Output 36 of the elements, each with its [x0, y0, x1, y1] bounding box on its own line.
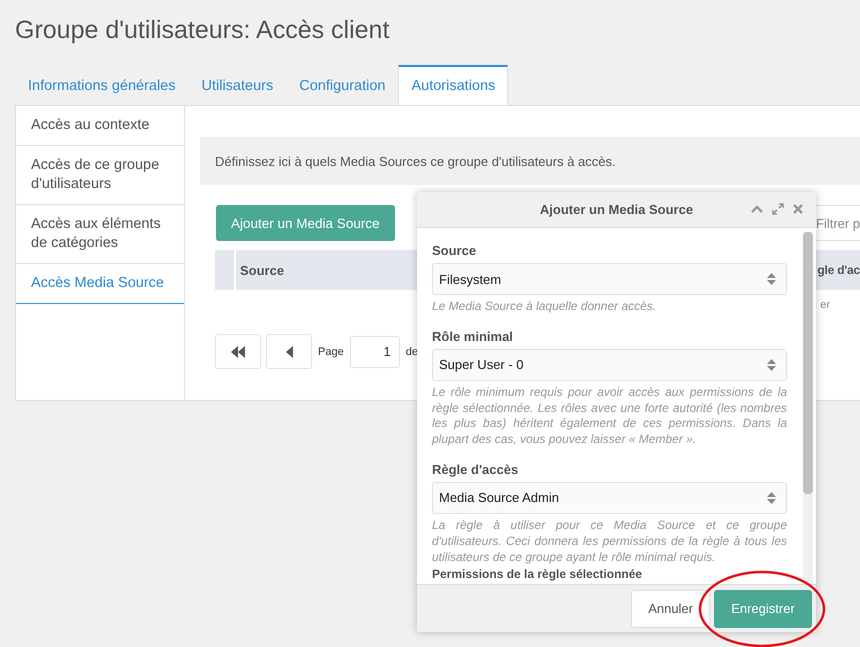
- double-left-icon: [231, 346, 245, 358]
- sidebar-item[interactable]: Accès au contexte: [16, 106, 184, 146]
- column-header: gle d'ac: [817, 263, 860, 277]
- scrollbar[interactable]: [803, 232, 813, 584]
- cancel-button[interactable]: Annuler: [631, 590, 710, 628]
- page-label: Page: [318, 346, 344, 358]
- field-label: Rôle minimal: [432, 328, 514, 344]
- column-header: Source: [239, 262, 284, 278]
- field-label: Source: [432, 243, 478, 258]
- help-text: La règle à utiliser pour ce Media Source et ce groupe d'utilisateurs. Ceci donnera les permissions de la règle à tous les utilisateurs de ce groupe ayant le rôle minimal requis.: [432, 518, 787, 566]
- page-suffix: de: [406, 346, 418, 358]
- sidebar-item[interactable]: Accès aux éléments de catégories: [16, 205, 184, 264]
- sort-arrows-icon: [767, 358, 776, 371]
- expand-icon[interactable]: [772, 203, 784, 215]
- select-field[interactable]: Filesystem: [432, 263, 787, 295]
- help-text: Le rôle minimum requis pour avoir accès aux permissions de la règle sélectionnée. Les rôles avec une forte autorité (les nombres les plus bas) héritent également de ces permissions. Dans la plupart des cas, vous pouvez laisser « Member ».: [432, 384, 787, 448]
- modal-title: Ajouter un Media Source: [540, 202, 694, 217]
- sidebar-item[interactable]: Accès Media Source: [16, 264, 184, 304]
- tab[interactable]: Autorisations: [398, 65, 508, 105]
- first-page-button[interactable]: [215, 334, 261, 369]
- page-field[interactable]: 1: [350, 336, 400, 368]
- sidebar-item[interactable]: Accès de ce groupe d'utilisateurs: [16, 146, 184, 205]
- help-text: Le Media Source à laquelle donner accès.: [432, 299, 658, 315]
- collapse-icon[interactable]: [751, 205, 763, 213]
- description-text: Définissez ici à quels Media Sources ce groupe d'utilisateurs à accès.: [215, 154, 616, 168]
- select-field[interactable]: Super User - 0: [432, 348, 787, 381]
- sort-arrows-icon: [767, 492, 776, 504]
- previous-page-button[interactable]: [266, 334, 312, 369]
- close-icon[interactable]: [793, 204, 803, 214]
- left-triangle-icon: [286, 346, 292, 358]
- sort-arrows-icon: [767, 273, 776, 285]
- field-label: Règle d'accès: [432, 462, 520, 477]
- page-title: Groupe d'utilisateurs: Accès client: [14, 15, 390, 46]
- table-cell-text: er: [820, 299, 831, 311]
- section-heading: Permissions de la règle sélectionnée: [432, 567, 644, 582]
- select-field[interactable]: Media Source Admin: [432, 482, 787, 514]
